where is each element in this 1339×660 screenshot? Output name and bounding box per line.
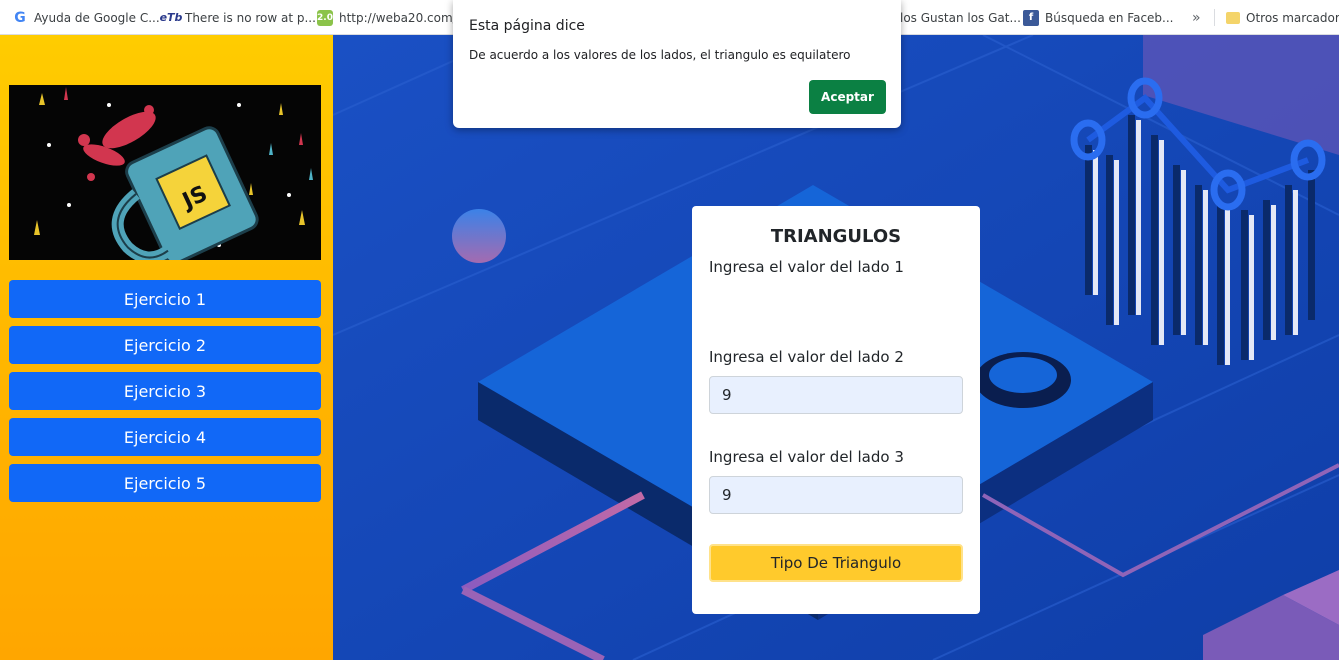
ejercicio-4-button[interactable]: Ejercicio 4 [9, 418, 321, 456]
bookmark-other-folder[interactable]: Otros marcadores [1226, 0, 1339, 35]
side3-label: Ingresa el valor del lado 3 [709, 448, 904, 466]
ejercicio-1-button[interactable]: Ejercicio 1 [9, 280, 321, 318]
web20-icon: 2.0 [317, 9, 333, 26]
ejercicio-3-button[interactable]: Ejercicio 3 [9, 372, 321, 410]
facebook-icon: f [1023, 9, 1039, 26]
bookmark-label: los Gustan los Gat... [900, 10, 1021, 25]
dialog-message: De acuerdo a los valores de los lados, e… [469, 48, 851, 62]
ejercicio-2-button[interactable]: Ejercicio 2 [9, 326, 321, 364]
sidebar: JS Ejercicio 1 Ejercicio 2 Ejercicio 3 E… [0, 35, 333, 660]
etb-icon: eTb [159, 11, 183, 24]
bookmark-label: Ayuda de Google C... [34, 10, 160, 25]
bookmarks-overflow-chevron-icon[interactable]: » [1192, 0, 1201, 35]
form-title: TRIANGULOS [770, 226, 902, 247]
ejercicio-5-button[interactable]: Ejercicio 5 [9, 464, 321, 502]
javascript-banner-image: JS [9, 85, 321, 260]
bookmark-weba20[interactable]: 2.0 http://weba20.com/... [317, 0, 468, 35]
google-icon: G [14, 9, 26, 26]
bookmark-label: Otros marcadores [1246, 10, 1339, 25]
triangle-type-button[interactable]: Tipo De Triangulo [709, 544, 963, 582]
bookmark-label: Búsqueda en Faceb... [1045, 10, 1174, 25]
side2-label: Ingresa el valor del lado 2 [709, 348, 904, 366]
bookmarks-divider [1214, 9, 1215, 26]
bookmark-no-row[interactable]: eTb There is no row at p... [159, 0, 316, 35]
bookmark-label: There is no row at p... [185, 10, 316, 25]
bookmark-facebook-search[interactable]: f Búsqueda en Faceb... [1023, 0, 1173, 35]
triangle-form-card: TRIANGULOS Ingresa el valor del lado 1 I… [692, 206, 980, 614]
folder-icon [1226, 11, 1240, 24]
javascript-mug-illustration-icon: JS [9, 85, 321, 260]
side2-input[interactable]: 9 [709, 376, 963, 414]
bookmark-gatos[interactable]: los Gustan los Gat... [900, 0, 1021, 35]
bookmark-google-help[interactable]: G Ayuda de Google C... [12, 0, 160, 35]
dialog-accept-button[interactable]: Aceptar [809, 80, 886, 114]
dialog-title: Esta página dice [469, 18, 585, 34]
side1-label: Ingresa el valor del lado 1 [709, 258, 904, 276]
alert-dialog: Esta página dice De acuerdo a los valore… [453, 0, 901, 128]
bookmark-label: http://weba20.com/... [339, 10, 469, 25]
side3-input[interactable]: 9 [709, 476, 963, 514]
